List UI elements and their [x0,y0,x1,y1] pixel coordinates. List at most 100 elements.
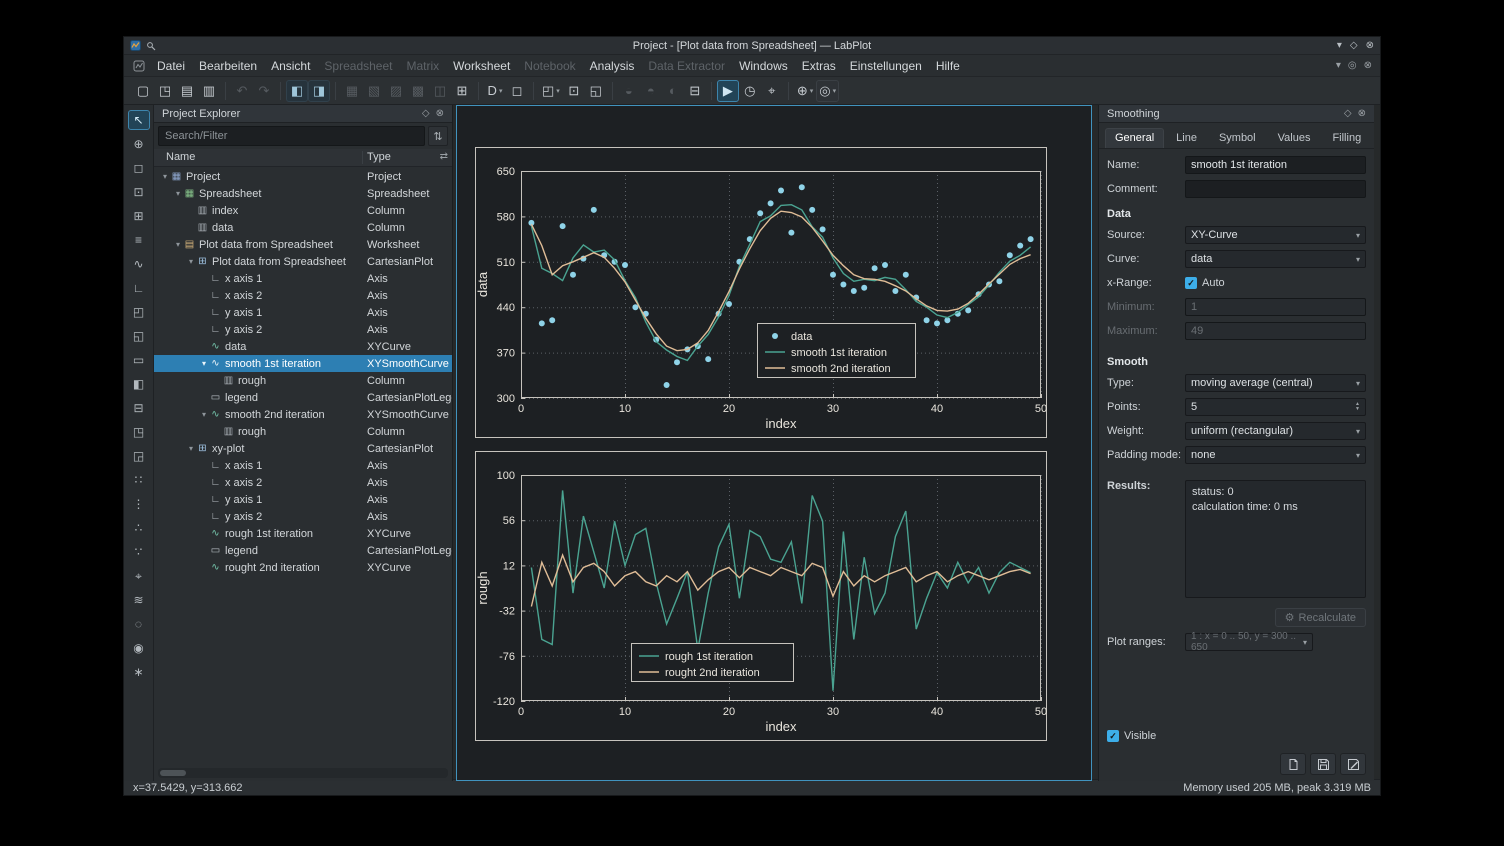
smooth-tool[interactable]: ≋ [128,590,150,610]
tab-filling[interactable]: Filling [1322,128,1371,148]
expander-icon[interactable]: ▾ [160,172,170,181]
point-tool[interactable]: ◉ [128,638,150,658]
auto-checkbox[interactable]: ✓ [1185,277,1197,289]
print-preview-button[interactable]: ▥ [198,80,220,102]
new-project-button[interactable]: ▢ [132,80,154,102]
crosshair-tool[interactable]: ⊕ [128,134,150,154]
expander-icon[interactable]: ▾ [173,189,183,198]
tree-row[interactable]: ∿rough 1st iterationXYCurve [154,525,452,542]
horizontal-layout-tool[interactable]: ⊟ [128,398,150,418]
padding-mode-select[interactable]: none ▾ [1185,446,1366,464]
tree-row[interactable]: ▾∿smooth 2nd iterationXYSmoothCurve [154,406,452,423]
column-divider[interactable] [362,151,363,164]
tree-row[interactable]: ▾⊞Plot data from SpreadsheetCartesianPlo… [154,253,452,270]
menu-windows[interactable]: Windows [732,57,795,75]
arrange-tool[interactable]: ∵ [128,542,150,562]
comment-input[interactable] [1185,180,1366,198]
new-spreadsheet-button[interactable]: ⊞ [451,80,473,102]
navigate-mode-button[interactable]: ▶ [717,80,739,102]
explorer-hscrollbar[interactable] [158,768,448,778]
expander-icon[interactable]: ▾ [186,257,196,266]
search-input[interactable]: Search/Filter [158,126,425,146]
zoom-y-tool[interactable]: ⊞ [128,206,150,226]
tab-symbol[interactable]: Symbol [1209,128,1266,148]
text-label-tool[interactable]: ≡ [128,230,150,250]
explorer-close-button[interactable]: ⊗ [436,108,444,119]
load-template-button[interactable] [1280,753,1306,775]
zoom-select-tool[interactable]: ◻ [128,158,150,178]
axis-tool[interactable]: ∟ [128,278,150,298]
smoothing-float-button[interactable]: ◇ [1344,108,1352,119]
curve-tool[interactable]: ∿ [128,254,150,274]
layout-button[interactable]: ◱ [585,80,607,102]
plot-data-smooth[interactable]: 01020304050300370440510580650indexdatada… [475,147,1047,438]
select-tool[interactable]: ↖ [128,110,150,130]
explorer-hscrollbar-thumb[interactable] [160,770,186,776]
star-tool[interactable]: ∗ [128,662,150,682]
curve-select[interactable]: data ▾ [1185,250,1366,268]
tree-row[interactable]: ∟x axis 2Axis [154,287,452,304]
menu-bearbeiten[interactable]: Bearbeiten [192,57,264,75]
window-close-button[interactable]: ⊗ [1366,40,1374,51]
open-project-button[interactable]: ◳ [154,80,176,102]
more-tools[interactable]: ⋮ [128,494,150,514]
menu-close-icon[interactable]: ⊗ [1364,60,1372,71]
tab-general[interactable]: General [1105,128,1164,148]
grid-layout-tool[interactable]: ◳ [128,422,150,442]
tree-row[interactable]: ∿rought 2nd iterationXYCurve [154,559,452,576]
menu-config-icon[interactable]: ◎ [1348,60,1357,71]
tree-row[interactable]: ∟x axis 2Axis [154,474,452,491]
vertical-layout-tool[interactable]: ◧ [128,374,150,394]
type-select[interactable]: moving average (central) ▾ [1185,374,1366,392]
worksheet-view[interactable]: 01020304050300370440510580650indexdatada… [456,105,1092,781]
tree-row[interactable]: ∟x axis 1Axis [154,270,452,287]
menu-hilfe[interactable]: Hilfe [929,57,967,75]
circle-tool[interactable]: ◌ [128,614,150,634]
column-header-name[interactable]: Name [166,151,195,163]
menu-datei[interactable]: Datei [150,57,192,75]
save-button[interactable] [1310,753,1336,775]
tree-row[interactable]: ▾▦SpreadsheetSpreadsheet [154,185,452,202]
menu-worksheet[interactable]: Worksheet [446,57,517,75]
new-worksheet-button[interactable]: ◰▾ [539,80,563,102]
magnifier-button[interactable]: ◎▾ [816,80,839,102]
legend-tool[interactable]: ◱ [128,326,150,346]
new-notebook-button[interactable]: ◻ [506,80,528,102]
tree-row[interactable]: ∟y axis 2Axis [154,508,452,525]
toggle-project-explorer-button[interactable]: ◧ [286,80,308,102]
header-menu-icon[interactable]: ⇄ [440,151,448,162]
source-select[interactable]: XY-Curve ▾ [1185,226,1366,244]
tree-row[interactable]: ▾⊞xy-plotCartesianPlot [154,440,452,457]
tree-row[interactable]: ▥dataColumn [154,219,452,236]
tab-line[interactable]: Line [1166,128,1207,148]
smoothing-close-button[interactable]: ⊗ [1358,108,1366,119]
add-plot-tool[interactable]: ◰ [128,302,150,322]
tree-row[interactable]: ▭legendCartesianPlotLegend [154,389,452,406]
tree-row[interactable]: ▾∿smooth 1st iterationXYSmoothCurve [154,355,452,372]
tree-row[interactable]: ▭legendCartesianPlotLegend [154,542,452,559]
tree-row[interactable]: ▥roughColumn [154,372,452,389]
column-header-type[interactable]: Type [367,151,391,163]
name-input[interactable]: smooth 1st iteration [1185,156,1366,174]
tree-row[interactable]: ∿dataXYCurve [154,338,452,355]
menu-einstellungen[interactable]: Einstellungen [843,57,929,75]
spin-down-icon[interactable]: ▼ [1355,407,1360,412]
tree-row[interactable]: ▾▦ProjectProject [154,168,452,185]
zoom-x-tool[interactable]: ⊡ [128,182,150,202]
explorer-float-button[interactable]: ◇ [422,108,430,119]
save-as-template-button[interactable] [1340,753,1366,775]
tab-values[interactable]: Values [1268,128,1321,148]
menu-extras[interactable]: Extras [795,57,843,75]
tree-row[interactable]: ▥indexColumn [154,202,452,219]
image-tool[interactable]: ▭ [128,350,150,370]
window-float-button[interactable]: ◇ [1350,40,1358,51]
expander-icon[interactable]: ▾ [199,410,209,419]
tree-row[interactable]: ∟y axis 1Axis [154,304,452,321]
menu-ansicht[interactable]: Ansicht [264,57,317,75]
tree-row[interactable]: ∟y axis 2Axis [154,321,452,338]
clock-button[interactable]: ◷ [739,80,761,102]
plot-container-rough[interactable]: 01020304050-120-76-321256100indexroughro… [475,451,1047,741]
filter-options-button[interactable]: ⇅ [428,126,448,146]
tree-row[interactable]: ▥roughColumn [154,423,452,440]
window-shade-button[interactable]: ▾ [1337,40,1342,51]
